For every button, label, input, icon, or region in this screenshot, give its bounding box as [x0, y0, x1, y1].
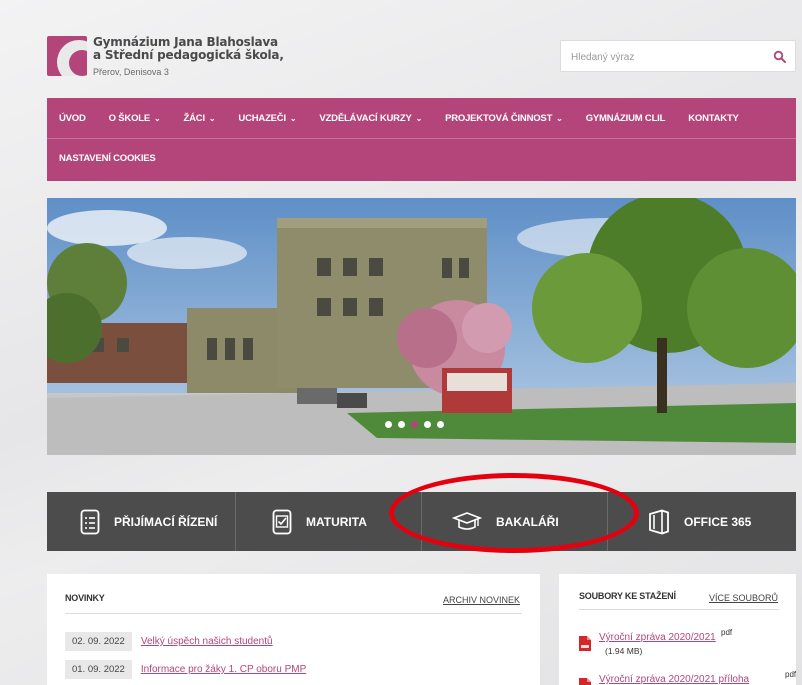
pdf-icon — [579, 636, 591, 651]
nav-item-projektová-činnost[interactable]: Projektová činnost ⌄ — [433, 98, 574, 138]
search-input[interactable] — [571, 50, 761, 64]
news-date: 02. 09. 2022 — [65, 632, 132, 651]
quick-link-label: Bakaláři — [496, 514, 559, 529]
files-title: Soubory ke stažení — [579, 591, 676, 601]
slider-dot[interactable] — [437, 421, 444, 428]
nav-item-o-škole[interactable]: O škole ⌄ — [97, 98, 172, 138]
school-name[interactable]: Gymnázium Jana Blahoslava a Střední peda… — [93, 36, 284, 62]
graduation-cap-icon — [452, 511, 482, 530]
chevron-down-icon: ⌄ — [556, 113, 563, 123]
nav-item-nastavení-cookies[interactable]: Nastavení cookies — [47, 138, 167, 178]
nav-item-gymnázium-clil[interactable]: Gymnázium CLIL — [574, 98, 677, 138]
quick-links-bar: Přijímací řízení Maturita Bakaláři Offic… — [47, 492, 796, 551]
slider-dot[interactable] — [398, 421, 405, 428]
slider-dot[interactable] — [385, 421, 392, 428]
school-address: Přerov, Denisova 3 — [93, 67, 169, 77]
hero-slider-image[interactable] — [47, 198, 796, 455]
checkbox-icon — [272, 509, 292, 534]
quick-link-label: Přijímací řízení — [114, 514, 218, 529]
file-link[interactable]: Výroční zpráva 2020/2021 příloha — [599, 674, 749, 685]
quick-link-label: Maturita — [306, 514, 367, 529]
office-icon — [649, 509, 669, 534]
nav-item-label: Nastavení cookies — [59, 152, 156, 164]
main-navigation: Úvod O škole ⌄ Žáci ⌄ Uchazeči ⌄ Vzdělávací kur… — [47, 98, 796, 181]
files-more-link[interactable]: Více souborů — [709, 593, 778, 603]
file-extension: pdf — [721, 628, 733, 637]
site-header: Gymnázium Jana Blahoslava a Střední peda… — [47, 30, 796, 88]
nav-item-vzdělávací-kurzy[interactable]: Vzdělávací kurzy ⌄ — [307, 98, 433, 138]
school-building-photo — [47, 198, 796, 455]
file-size: (1.94 MB) — [605, 646, 643, 656]
school-name-line2: a Střední pedagogická škola, — [93, 48, 284, 62]
slider-dot[interactable] — [424, 421, 431, 428]
chevron-down-icon: ⌄ — [415, 113, 423, 123]
news-item: 02. 09. 2022 Velký úspěch našich student… — [65, 632, 273, 651]
nav-item-uchazeči[interactable]: Uchazeči ⌄ — [226, 98, 307, 138]
quick-link-maturita[interactable]: Maturita — [236, 492, 422, 551]
document-list-icon — [80, 509, 100, 534]
search-box — [560, 40, 796, 72]
nav-row-primary: Úvod O škole ⌄ Žáci ⌄ Uchazeči ⌄ Vzdělávací kur… — [47, 98, 750, 138]
file-link[interactable]: Výroční zpráva 2020/2021 — [599, 632, 716, 643]
news-panel: Novinky Archiv novinek 02. 09. 2022 Velk… — [47, 574, 540, 685]
quick-link-label: Office 365 — [684, 514, 752, 529]
search-icon[interactable] — [773, 50, 787, 64]
nav-item-label: Žáci — [183, 112, 206, 124]
nav-item-kontakty[interactable]: Kontakty — [676, 98, 749, 138]
news-item: 01. 09. 2022 Informace pro žáky 1. CP ob… — [65, 660, 306, 679]
file-extension: pdf — [785, 670, 797, 679]
news-divider — [65, 613, 522, 614]
school-logo-icon[interactable] — [47, 36, 87, 76]
chevron-down-icon: ⌄ — [208, 113, 216, 123]
chevron-down-icon: ⌄ — [289, 113, 297, 123]
nav-item-label: Vzdělávací kurzy — [319, 112, 412, 124]
nav-item-žáci[interactable]: Žáci ⌄ — [172, 98, 227, 138]
nav-item-label: Projektová činnost — [445, 112, 553, 124]
news-title: Novinky — [65, 593, 105, 603]
quick-link-bakalari[interactable]: Bakaláři — [422, 492, 608, 551]
news-link[interactable]: Velký úspěch našich studentů — [141, 636, 273, 647]
news-link[interactable]: Informace pro žáky 1. CP oboru PMP — [141, 664, 306, 675]
news-date: 01. 09. 2022 — [65, 660, 132, 679]
chevron-down-icon: ⌄ — [154, 113, 161, 123]
slider-dots — [385, 421, 444, 428]
news-archive-link[interactable]: Archiv novinek — [443, 595, 520, 605]
quick-link-admissions[interactable]: Přijímací řízení — [47, 492, 236, 551]
quick-link-office365[interactable]: Office 365 — [608, 492, 796, 551]
nav-row-secondary: Nastavení cookies — [47, 138, 167, 178]
slider-dot[interactable] — [411, 421, 418, 428]
pdf-icon — [579, 678, 591, 685]
nav-item-label: Gymnázium CLIL — [585, 112, 666, 124]
nav-item-label: Kontakty — [688, 112, 739, 124]
nav-item-label: Úvod — [59, 112, 86, 124]
files-divider — [579, 609, 779, 610]
nav-item-label: O škole — [108, 112, 151, 124]
nav-item-úvod[interactable]: Úvod — [47, 98, 97, 138]
nav-item-label: Uchazeči — [238, 112, 286, 124]
files-panel: Soubory ke stažení Více souborů Výroční … — [559, 574, 796, 685]
